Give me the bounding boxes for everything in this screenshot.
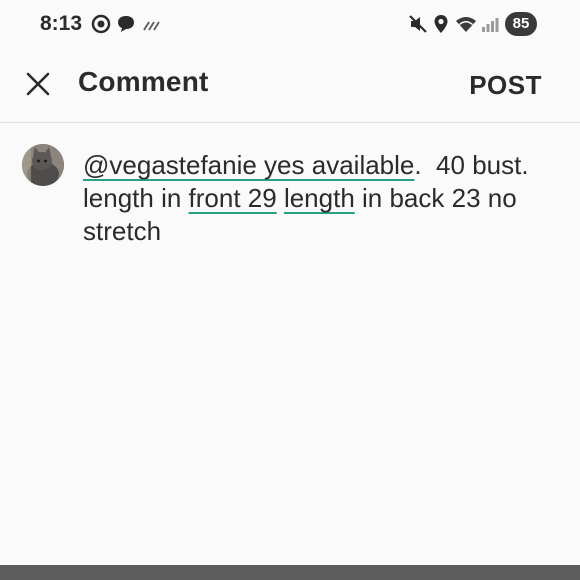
close-icon[interactable]: [22, 68, 54, 100]
page-title: Comment: [78, 66, 209, 97]
signal-stripes-icon: [143, 21, 160, 31]
cell-signal-icon: [482, 18, 499, 32]
header: Comment POST: [0, 48, 580, 123]
comment-underlined-word: length: [283, 183, 355, 213]
status-time: 8:13: [40, 12, 83, 35]
comment-text-part: [277, 183, 284, 213]
wifi-icon: [456, 17, 476, 32]
location-icon: [434, 15, 448, 33]
screen: 8:13 85 Comment POST @vegastefanie yes a…: [0, 0, 580, 580]
avatar: [22, 144, 64, 186]
post-button[interactable]: POST: [469, 70, 542, 101]
comment-underlined-word: front 29: [188, 183, 277, 213]
record-icon: [91, 14, 111, 34]
battery-badge: 85: [505, 12, 537, 36]
mute-icon: [409, 15, 427, 33]
chat-bubble-icon: [118, 16, 134, 32]
cat-avatar-image: [22, 144, 64, 186]
comment-text[interactable]: @vegastefanie yes available. 40 bust. le…: [83, 149, 563, 248]
status-bar: 8:13 85: [0, 0, 580, 48]
comment-mention[interactable]: @vegastefanie yes available: [83, 150, 414, 180]
bottom-bar: [0, 565, 580, 580]
